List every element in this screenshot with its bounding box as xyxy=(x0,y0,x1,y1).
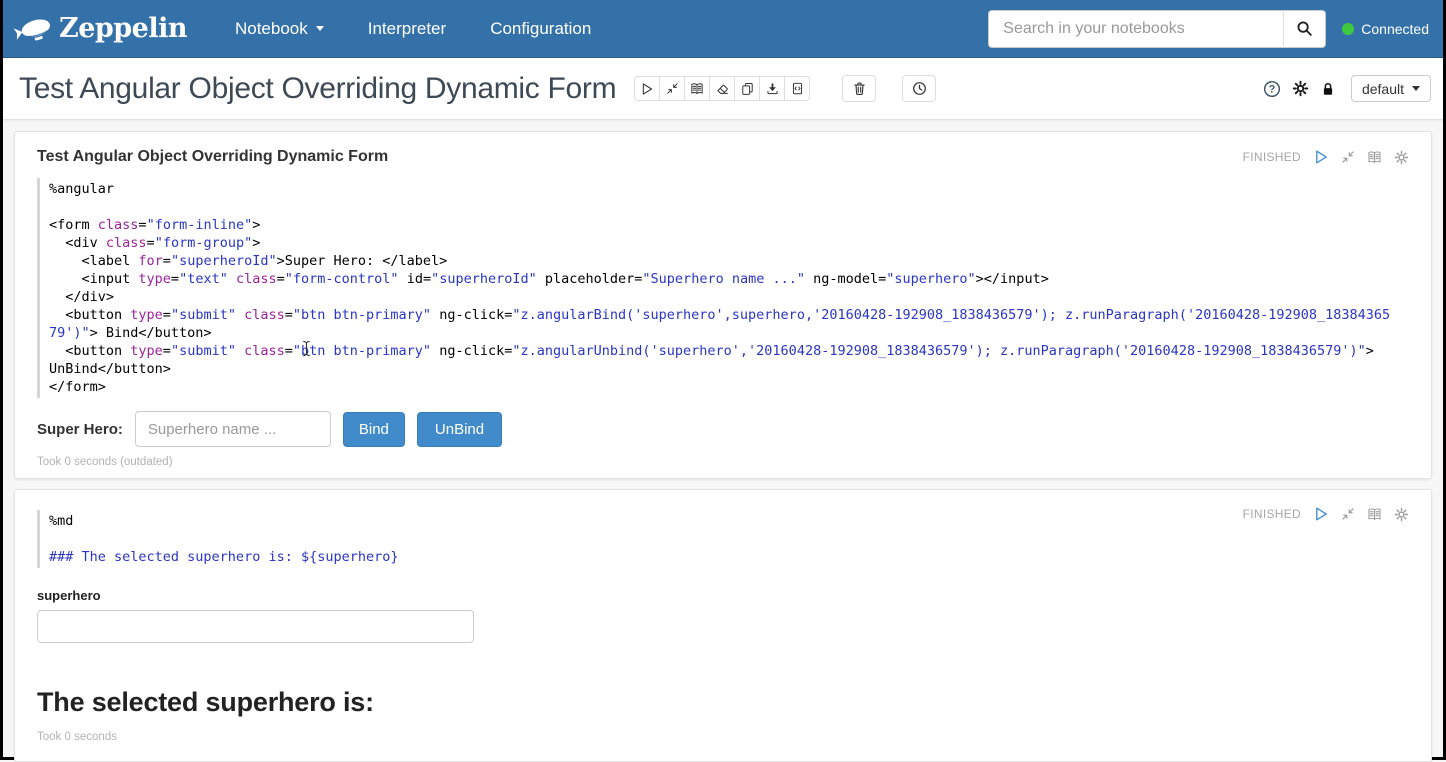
note-header-right: ? default xyxy=(1263,75,1431,102)
connection-status: Connected xyxy=(1342,21,1429,37)
show-hide-output-button[interactable] xyxy=(684,76,710,101)
dynamic-form-field-label: superhero xyxy=(37,588,1409,603)
main-nav: Notebook Interpreter Configuration xyxy=(213,0,613,57)
gear-icon xyxy=(1394,150,1409,165)
paragraph-settings-button[interactable] xyxy=(1394,150,1409,165)
interpreter-binding-button[interactable]: default xyxy=(1351,75,1431,102)
nav-item-label: Configuration xyxy=(490,19,591,39)
eraser-icon xyxy=(716,82,729,95)
top-navbar: Zeppelin Notebook Interpreter Configuratio… xyxy=(3,0,1443,58)
download-icon xyxy=(766,82,779,95)
compress-icon xyxy=(1341,150,1355,164)
search-button[interactable] xyxy=(1284,10,1326,48)
note-settings-gear-icon[interactable] xyxy=(1292,80,1309,97)
trash-icon xyxy=(852,81,867,96)
clear-output-button[interactable] xyxy=(709,76,735,101)
help-icon[interactable]: ? xyxy=(1263,80,1281,98)
nav-item-label: Interpreter xyxy=(368,19,446,39)
file-code-icon xyxy=(791,82,804,95)
nav-item-interpreter[interactable]: Interpreter xyxy=(346,0,468,57)
nav-item-notebook[interactable]: Notebook xyxy=(213,0,346,57)
markdown-output-heading: The selected superhero is: xyxy=(37,687,1409,718)
clock-icon xyxy=(912,81,927,96)
permissions-lock-icon[interactable] xyxy=(1320,81,1336,97)
chevron-down-icon xyxy=(316,26,324,31)
clone-icon xyxy=(741,82,754,95)
paragraph-status-badge: FINISHED xyxy=(1243,150,1301,164)
code-line: %md xyxy=(49,512,1409,530)
toggle-output-button[interactable] xyxy=(1367,150,1382,165)
nav-item-configuration[interactable]: Configuration xyxy=(468,0,613,57)
note-toolbar xyxy=(634,76,810,101)
superhero-dynamic-input[interactable] xyxy=(37,610,474,643)
search-input[interactable] xyxy=(988,10,1284,48)
toggle-editor-button[interactable] xyxy=(1341,150,1355,164)
clone-note-button[interactable] xyxy=(734,76,760,101)
bind-button[interactable]: Bind xyxy=(343,412,405,447)
show-hide-code-button[interactable] xyxy=(659,76,685,101)
code-line: UnBind</button> xyxy=(49,360,1409,378)
execution-time-note: Took 0 seconds xyxy=(37,731,1409,743)
code-line: %angular xyxy=(49,180,1409,198)
run-paragraph-button[interactable] xyxy=(1313,149,1329,165)
code-line: ### The selected superhero is: ${superhe… xyxy=(49,548,1409,566)
zeppelin-home-link[interactable]: Zeppelin xyxy=(13,9,187,49)
code-line xyxy=(49,198,1409,216)
code-line: </div> xyxy=(49,288,1409,306)
connection-status-label: Connected xyxy=(1361,21,1429,37)
chevron-down-icon xyxy=(1412,86,1420,91)
code-line: </form> xyxy=(49,378,1409,396)
code-line: <button type="submit" class="btn btn-pri… xyxy=(49,306,1409,324)
book-icon xyxy=(1367,150,1382,165)
play-icon xyxy=(1313,149,1329,165)
code-line: <div class="form-group"> xyxy=(49,234,1409,252)
version-control-button[interactable] xyxy=(784,76,810,101)
search-icon xyxy=(1296,20,1313,37)
code-editor-markdown[interactable]: %md ### The selected superhero is: ${supe… xyxy=(37,510,1409,568)
notebook-content: Test Angular Object Overriding Dynamic F… xyxy=(3,120,1443,762)
nav-item-label: Notebook xyxy=(235,19,308,39)
code-line: <form class="form-inline"> xyxy=(49,216,1409,234)
unbind-button[interactable]: UnBind xyxy=(417,412,502,447)
code-editor-angular[interactable]: %angular <form class="form-inline"> <div … xyxy=(37,178,1409,398)
export-note-button[interactable] xyxy=(759,76,785,101)
play-icon xyxy=(640,82,654,96)
paragraph-title: Test Angular Object Overriding Dynamic F… xyxy=(37,148,388,166)
code-line: 79')"> Bind</button> xyxy=(49,324,1409,342)
connected-dot-icon xyxy=(1342,23,1354,35)
remove-note-button[interactable] xyxy=(842,75,876,102)
paragraph-controls: FINISHED xyxy=(1243,149,1409,165)
code-line: <label for="superheroId">Super Hero: </l… xyxy=(49,252,1409,270)
paragraph-markdown: FINISHED %md### The selected superhero i… xyxy=(14,489,1432,762)
brand-name: Zeppelin xyxy=(59,13,187,44)
code-line: <input type="text" class="form-control" … xyxy=(49,270,1409,288)
code-line: <button type="submit" class="btn btn-pri… xyxy=(49,342,1409,360)
notebook-search xyxy=(988,10,1326,48)
superhero-form-label: Super Hero: xyxy=(37,421,123,438)
svg-text:?: ? xyxy=(1269,83,1276,95)
paragraph-angular-form: Test Angular Object Overriding Dynamic F… xyxy=(14,131,1432,479)
book-icon xyxy=(690,82,704,96)
execution-time-note: Took 0 seconds (outdated) xyxy=(37,456,1409,468)
interpreter-binding-label: default xyxy=(1362,81,1404,97)
compress-icon xyxy=(666,82,679,95)
note-title[interactable]: Test Angular Object Overriding Dynamic F… xyxy=(19,72,616,106)
run-all-paragraphs-button[interactable] xyxy=(634,76,660,101)
superhero-name-input[interactable] xyxy=(135,411,331,447)
angular-form-output: Super Hero: Bind UnBind xyxy=(37,411,1409,447)
note-action-bar: Test Angular Object Overriding Dynamic F… xyxy=(3,58,1443,120)
zeppelin-blimp-icon xyxy=(13,9,53,49)
code-line xyxy=(49,530,1409,548)
run-scheduler-button[interactable] xyxy=(902,75,936,102)
